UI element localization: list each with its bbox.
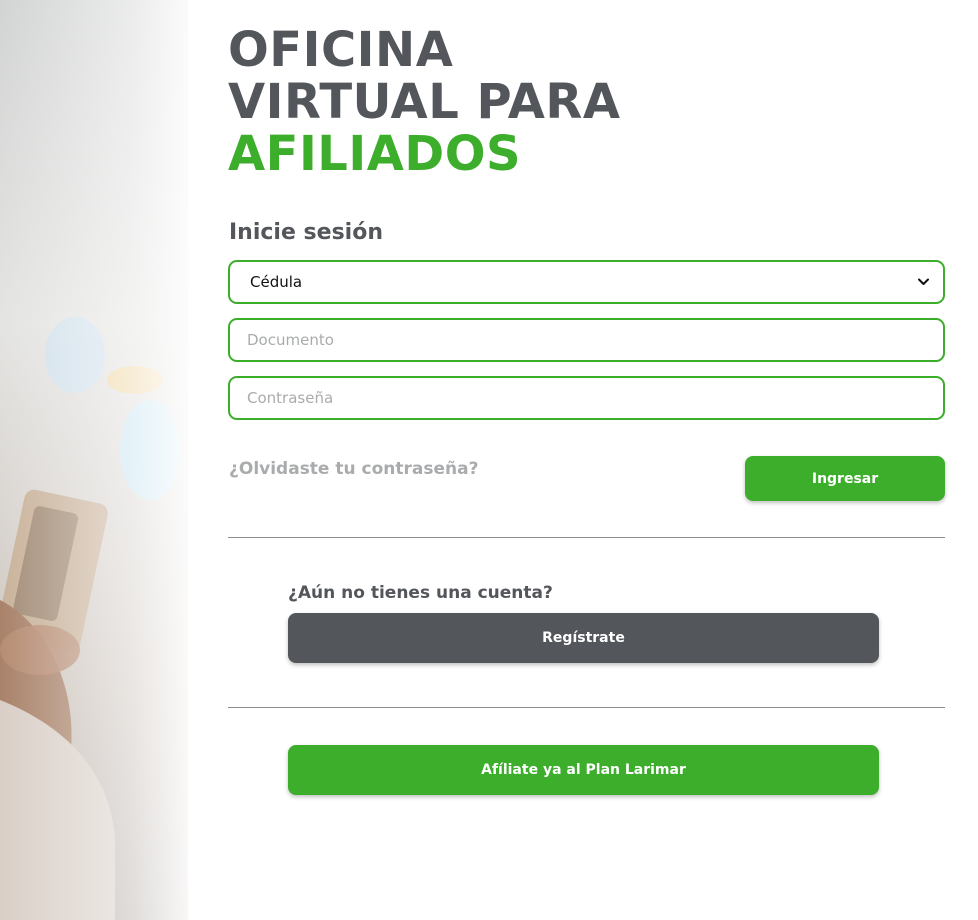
no-account-prompt: ¿Aún no tienes una cuenta? xyxy=(288,583,553,603)
page-title: OFICINA VIRTUAL PARA AFILIADOS xyxy=(228,24,621,180)
login-heading: Inicie sesión xyxy=(229,220,383,245)
document-input-placeholder: Documento xyxy=(247,331,334,349)
title-line-2: VIRTUAL PARA xyxy=(228,74,621,130)
divider xyxy=(228,537,945,538)
password-input[interactable]: Contraseña xyxy=(228,376,945,420)
register-button[interactable]: Regístrate xyxy=(288,613,879,663)
forgot-password-link[interactable]: ¿Olvidaste tu contraseña? xyxy=(229,459,478,479)
background-photo xyxy=(0,0,188,920)
password-input-placeholder: Contraseña xyxy=(247,389,334,407)
document-type-value: Cédula xyxy=(250,273,303,291)
divider xyxy=(228,707,945,708)
document-input[interactable]: Documento xyxy=(228,318,945,362)
login-button[interactable]: Ingresar xyxy=(745,456,945,501)
title-line-3: AFILIADOS xyxy=(228,126,522,182)
affiliate-button[interactable]: Afíliate ya al Plan Larimar xyxy=(288,745,879,795)
title-line-1: OFICINA xyxy=(228,22,454,78)
chevron-down-icon xyxy=(917,276,929,288)
document-type-select[interactable]: Cédula xyxy=(228,260,945,304)
